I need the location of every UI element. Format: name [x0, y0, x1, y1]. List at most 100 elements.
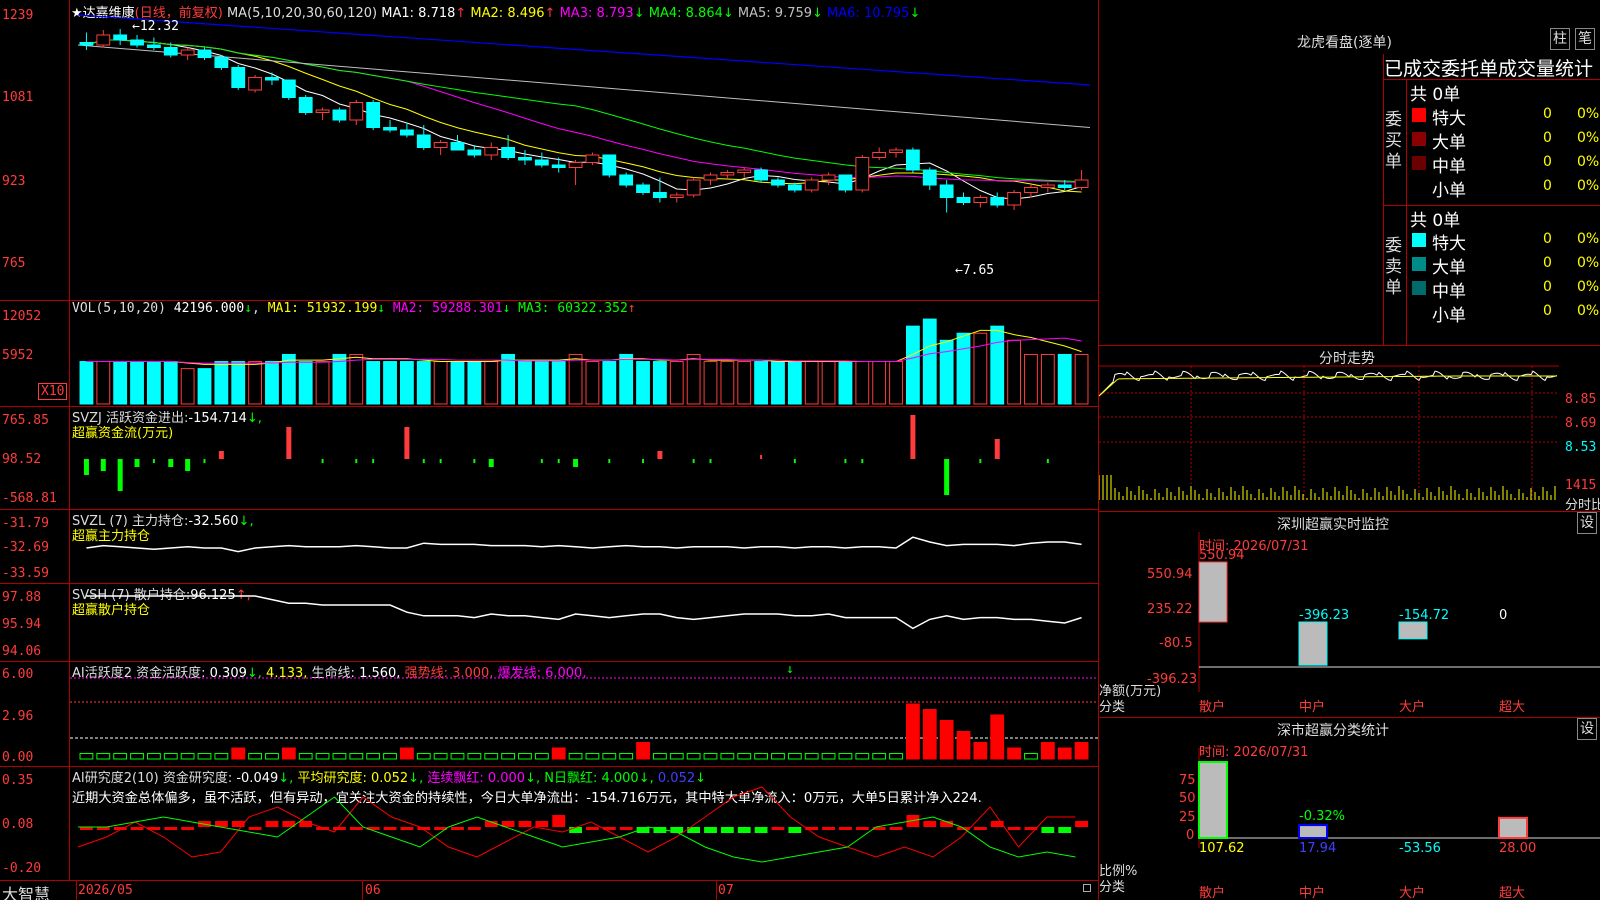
ma-line	[86, 39, 1082, 183]
vol-bar	[855, 361, 870, 405]
svsh-chart	[86, 595, 1082, 630]
activity-bar	[669, 753, 684, 760]
activity-bar	[855, 753, 870, 760]
candle-body	[484, 147, 499, 156]
brand-label[interactable]: 大智慧	[2, 881, 50, 900]
candle-body	[939, 184, 954, 198]
research-bar	[771, 827, 785, 830]
ai1-pane[interactable]: 6.00 2.96 0.00 AI活跃度2 资金活跃度: 0.309↓, 4.1…	[0, 662, 1098, 766]
research-bar	[130, 827, 144, 830]
svzj-pane[interactable]: 765.85 98.52 -568.81 SVZJ 活跃资金进出:-154.71…	[0, 407, 1098, 509]
research-bar	[518, 821, 532, 827]
buy-order-label: 委买单	[1385, 110, 1402, 172]
activity-bar	[905, 703, 920, 760]
activity-bar	[551, 747, 566, 760]
svsh-pane[interactable]: 97.88 95.94 94.06 SVSH (7) 散户持仓:96.125↑,…	[0, 584, 1098, 661]
activity-bar	[872, 753, 887, 760]
candle-body	[990, 197, 1005, 206]
activity-bar	[298, 753, 313, 760]
candle-body	[585, 154, 600, 163]
vol-bar	[146, 361, 161, 405]
vol-bar	[399, 361, 414, 405]
tick-view-button[interactable]: 笔	[1575, 28, 1595, 50]
research-bar	[619, 827, 633, 830]
candle-body	[231, 67, 246, 88]
activity-bar	[467, 753, 482, 760]
vol-bar	[450, 361, 465, 405]
candle-body	[146, 44, 161, 48]
activity-bar	[349, 753, 364, 760]
candle-body	[433, 142, 448, 148]
monitor-value: 0	[1499, 608, 1507, 623]
vol-bar	[838, 361, 853, 405]
vol-bar	[754, 361, 769, 405]
vol-bar	[518, 361, 532, 405]
candle-body	[383, 127, 397, 131]
monitor-panel[interactable]: 深圳超赢实时监控 设 时间: 2026/07/31 550.94 235.22 …	[1099, 512, 1600, 717]
research-bar	[1075, 821, 1088, 827]
svzj-chart	[83, 415, 1049, 495]
activity-bar	[518, 753, 532, 760]
column-view-button[interactable]: 柱	[1550, 28, 1570, 50]
intraday-price-line	[1099, 370, 1558, 397]
vol-bar	[720, 361, 735, 405]
svzl-pane[interactable]: -31.79 -32.69 -33.59 SVZL (7) 主力持仓:-32.5…	[0, 510, 1098, 583]
order-size-label: 大单	[1432, 133, 1466, 153]
order-size-label: 特大	[1432, 109, 1466, 129]
research-bar	[451, 827, 464, 830]
research-bar	[586, 827, 599, 830]
candle-body	[501, 147, 516, 158]
activity-bar	[619, 753, 634, 760]
vol-bar	[905, 325, 920, 405]
intraday-chart	[1099, 365, 1559, 501]
candle-body	[838, 174, 853, 191]
order-size-label: 中单	[1432, 282, 1466, 302]
research-bar	[349, 827, 363, 830]
candle-body	[180, 49, 195, 56]
intraday-panel[interactable]: 分时走势 8.85 8.69 8.53 1415 分时比	[1099, 346, 1600, 513]
research-bar	[333, 827, 346, 830]
vol-bar	[787, 361, 802, 405]
vol-bar	[197, 368, 212, 405]
order-qty: 0	[1543, 154, 1552, 170]
activity-bar	[248, 753, 263, 760]
order-qty: 0	[1543, 255, 1552, 271]
vol-bar	[568, 353, 583, 405]
vol-bar	[652, 361, 667, 405]
high-label: ←12.32	[132, 19, 179, 34]
vol-bar	[804, 361, 819, 405]
candle-body	[399, 129, 414, 136]
candle-body	[754, 169, 769, 181]
candle-body	[872, 152, 887, 158]
activity-bar	[922, 709, 937, 760]
dragon-header: 已成交委托单成交量统计	[1384, 58, 1594, 80]
activity-bar	[79, 753, 94, 760]
svzl-chart	[86, 536, 1082, 553]
activity-bar	[96, 753, 111, 760]
classify-panel[interactable]: 深市超赢分类统计 设 时间: 2026/07/31 75 50 25 0 比例%…	[1099, 718, 1600, 900]
ai2-pane[interactable]: 0.35 0.08 -0.20 AI研究度2(10) 资金研究度: -0.049…	[0, 767, 1098, 880]
vol-pane[interactable]: 12052 5952 X10 VOL(5,10,20) 42196.000↓, …	[0, 301, 1098, 406]
date-label: 06	[365, 883, 381, 898]
vol-bar	[130, 361, 144, 405]
date-label: 2026/05	[78, 883, 133, 898]
vol-bar	[703, 361, 718, 405]
retail-line	[86, 595, 1082, 630]
order-qty: 0	[1543, 231, 1552, 247]
order-qty: 0	[1543, 106, 1552, 122]
vol-bar	[1040, 353, 1055, 405]
date-label: 07	[718, 883, 734, 898]
vol-bar	[315, 361, 330, 405]
activity-bar	[602, 753, 617, 760]
kline-pane[interactable]: 1239 1081 923 765 ★达嘉维康(日线，前复权) MA(5,10,…	[0, 0, 1098, 300]
candle-body	[686, 179, 701, 196]
lock-icon[interactable]	[1083, 884, 1091, 892]
ai1-chart	[70, 677, 1098, 760]
activity-bar	[281, 747, 296, 760]
vol-bar	[939, 339, 954, 405]
vol-bar	[771, 361, 785, 405]
ai2-chart	[77, 786, 1088, 863]
classify-value: -53.56	[1399, 841, 1441, 856]
candle-body	[636, 184, 650, 193]
research-bar	[720, 827, 734, 833]
